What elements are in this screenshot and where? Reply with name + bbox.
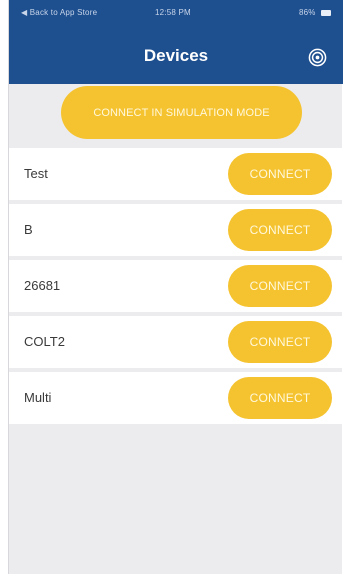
nav-header: ◀ Back to App Store 12:58 PM 86% Devices — [9, 0, 343, 84]
device-row-26681: 26681 CONNECT — [9, 260, 343, 312]
device-name: B — [24, 222, 33, 237]
status-back-link[interactable]: ◀ Back to App Store — [21, 8, 97, 17]
simulation-section: CONNECT IN SIMULATION MODE — [9, 84, 343, 140]
page-title: Devices — [143, 46, 209, 65]
status-battery: 86% — [299, 8, 331, 17]
device-list: Test CONNECT B CONNECT 26681 CONNECT COL… — [9, 148, 343, 428]
device-name: 26681 — [24, 278, 61, 293]
settings-target-icon[interactable] — [308, 48, 327, 67]
connect-button-26681[interactable]: CONNECT — [228, 265, 332, 307]
device-row-test: Test CONNECT — [9, 148, 343, 200]
device-row-colt2: COLT2 CONNECT — [9, 316, 343, 368]
phone-screen: ◀ Back to App Store 12:58 PM 86% Devices… — [8, 0, 343, 574]
device-name: COLT2 — [24, 334, 65, 349]
status-time: 12:58 PM — [155, 8, 191, 17]
connect-button-multi[interactable]: CONNECT — [228, 377, 332, 419]
connect-button-test[interactable]: CONNECT — [228, 153, 332, 195]
battery-icon — [321, 9, 331, 16]
connect-button-colt2[interactable]: CONNECT — [228, 321, 332, 363]
device-row-multi: Multi CONNECT — [9, 372, 343, 424]
connect-simulation-button[interactable]: CONNECT IN SIMULATION MODE — [61, 86, 302, 139]
device-name: Test — [24, 166, 48, 181]
status-bar: ◀ Back to App Store 12:58 PM 86% — [9, 0, 343, 22]
device-row-b: B CONNECT — [9, 204, 343, 256]
connect-button-b[interactable]: CONNECT — [228, 209, 332, 251]
device-name: Multi — [24, 390, 52, 405]
battery-percent: 86% — [298, 8, 316, 17]
